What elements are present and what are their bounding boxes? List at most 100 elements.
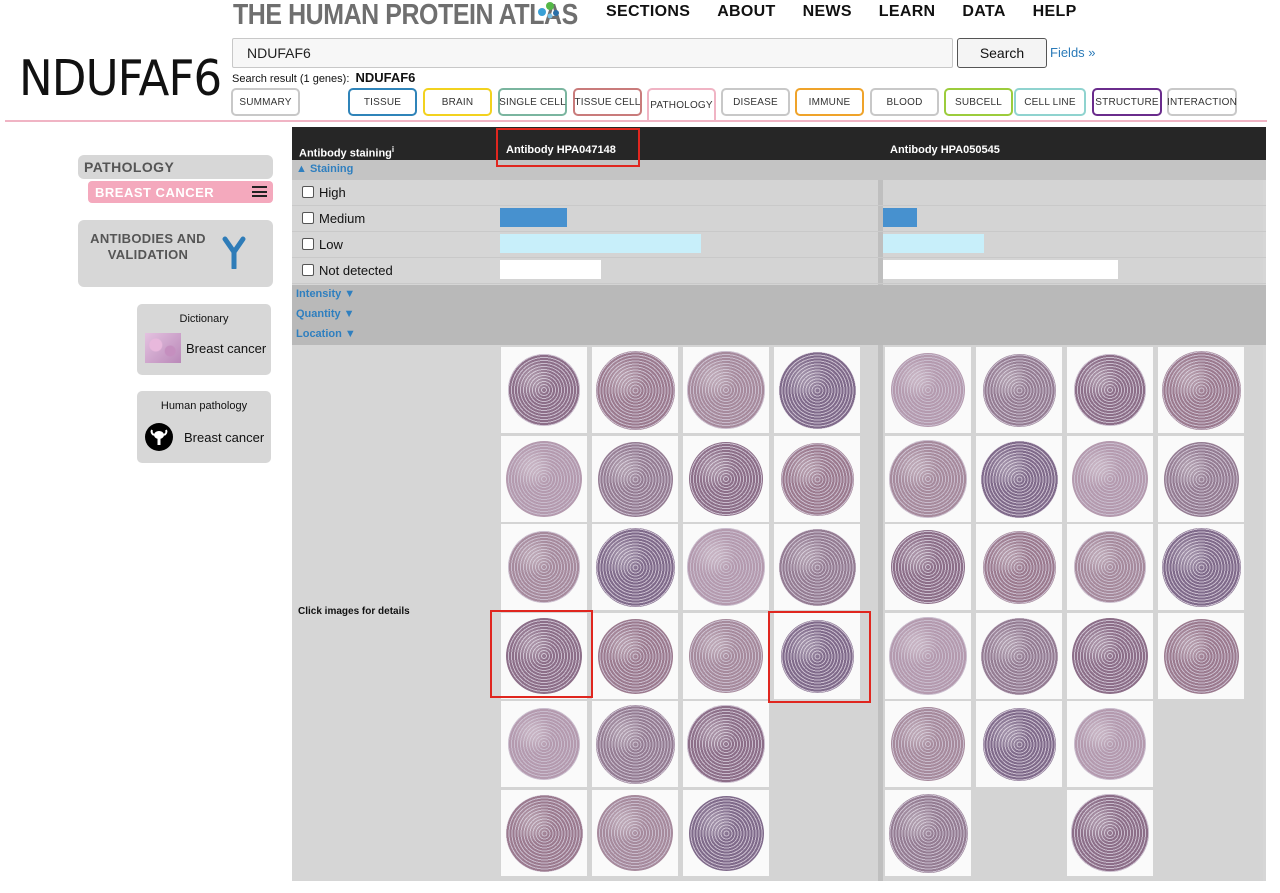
tissue-core-sample [1071, 794, 1149, 872]
tissue-image-thumbnail[interactable] [683, 701, 769, 787]
tissue-image-thumbnail[interactable] [501, 347, 587, 433]
search-button[interactable]: Search [957, 38, 1047, 68]
sidebar-item-breast-cancer[interactable]: BREAST CANCER [88, 181, 273, 203]
tissue-image-thumbnail[interactable] [683, 790, 769, 876]
tissue-image-thumbnail[interactable] [885, 613, 971, 699]
tissue-image-thumbnail[interactable] [592, 790, 678, 876]
tab-subcell[interactable]: SUBCELL [944, 88, 1013, 116]
site-logo[interactable]: THE HUMAN PROTEIN ATLAS [233, 0, 634, 31]
tab-brain[interactable]: BRAIN [423, 88, 492, 116]
gene-title: NDUFAF6 [19, 50, 222, 107]
nav-about[interactable]: ABOUT [717, 3, 775, 21]
tissue-image-thumbnail[interactable] [501, 524, 587, 610]
tissue-image-thumbnail[interactable] [1067, 347, 1153, 433]
tissue-image-thumbnail[interactable] [1067, 524, 1153, 610]
staining-filter-checkbox[interactable] [302, 264, 314, 276]
tissue-image-thumbnail[interactable] [1067, 436, 1153, 522]
search-result-gene[interactable]: NDUFAF6 [355, 70, 415, 85]
staining-toggle[interactable]: ▲ Staining [296, 163, 353, 175]
staining-row-high: High [292, 180, 1266, 206]
antibody-staining-panel: Antibody stainingi Antibody HPA047148 An… [292, 127, 1266, 881]
tissue-image-thumbnail[interactable] [683, 524, 769, 610]
nav-sections[interactable]: SECTIONS [606, 3, 690, 21]
nav-news[interactable]: NEWS [803, 3, 852, 21]
tab-tissue[interactable]: TISSUE [348, 88, 417, 116]
tissue-image-thumbnail[interactable] [683, 436, 769, 522]
sidebar-section-pathology[interactable]: PATHOLOGY [78, 155, 273, 179]
tissue-image-thumbnail[interactable] [592, 347, 678, 433]
tissue-core-sample [508, 708, 580, 780]
tissue-image-thumbnail[interactable] [501, 436, 587, 522]
staining-bar-antibody-2[interactable] [883, 234, 984, 253]
staining-row-label: High [319, 185, 346, 200]
tab-disease[interactable]: DISEASE [721, 88, 790, 116]
female-reproductive-organ-icon [145, 423, 173, 451]
tab-immune[interactable]: IMMUNE [795, 88, 864, 116]
tissue-image-thumbnail[interactable] [683, 613, 769, 699]
search-input[interactable] [232, 38, 953, 68]
tissue-image-thumbnail[interactable] [1158, 613, 1244, 699]
tissue-image-thumbnail[interactable] [1067, 790, 1153, 876]
tissue-image-thumbnail[interactable] [1158, 436, 1244, 522]
staining-row-low: Low [292, 232, 1266, 258]
tissue-image-thumbnail[interactable] [501, 701, 587, 787]
tissue-image-thumbnail[interactable] [885, 790, 971, 876]
staining-bar-antibody-1[interactable] [500, 260, 601, 279]
staining-filter-checkbox[interactable] [302, 186, 314, 198]
tissue-image-thumbnail[interactable] [976, 701, 1062, 787]
nav-help[interactable]: HELP [1033, 3, 1077, 21]
staining-filter-checkbox[interactable] [302, 212, 314, 224]
nav-data[interactable]: DATA [962, 3, 1005, 21]
highlight-box-antibody-hpa047148 [496, 128, 640, 167]
intensity-toggle[interactable]: Intensity ▼ [296, 288, 355, 300]
tissue-image-thumbnail[interactable] [683, 347, 769, 433]
tab-pathology[interactable]: PATHOLOGY [647, 88, 716, 121]
staining-bar-antibody-1[interactable] [500, 234, 701, 253]
antibody-2-title[interactable]: Antibody HPA050545 [890, 144, 1000, 156]
tab-single-cell[interactable]: SINGLE CELL [498, 88, 567, 116]
tissue-image-thumbnail[interactable] [774, 347, 860, 433]
tissue-image-thumbnail[interactable] [1067, 701, 1153, 787]
quantity-toggle[interactable]: Quantity ▼ [296, 308, 355, 320]
tissue-core-sample [597, 618, 673, 694]
tissue-image-thumbnail[interactable] [774, 436, 860, 522]
tissue-image-thumbnail[interactable] [976, 436, 1062, 522]
staining-row-label: Low [319, 237, 343, 252]
staining-filter-checkbox[interactable] [302, 238, 314, 250]
tab-structure[interactable]: STRUCTURE [1092, 88, 1162, 116]
tissue-image-thumbnail[interactable] [885, 701, 971, 787]
tab-tissue-cell[interactable]: TISSUE CELL [573, 88, 642, 116]
tissue-image-thumbnail[interactable] [592, 524, 678, 610]
tissue-image-thumbnail[interactable] [592, 701, 678, 787]
staining-bar-antibody-2[interactable] [883, 260, 1118, 279]
sidebar-antibodies-validation[interactable]: ANTIBODIES AND VALIDATION [78, 220, 273, 287]
tissue-image-thumbnail[interactable] [976, 613, 1062, 699]
info-icon[interactable]: i [392, 145, 394, 154]
staining-row-label: Not detected [319, 263, 393, 278]
tissue-image-thumbnail[interactable] [1158, 347, 1244, 433]
tissue-image-thumbnail[interactable] [592, 436, 678, 522]
fields-link[interactable]: Fields » [1050, 45, 1096, 60]
tissue-image-thumbnail[interactable] [592, 613, 678, 699]
tissue-image-thumbnail[interactable] [885, 524, 971, 610]
tab-cell-line[interactable]: CELL LINE [1014, 88, 1086, 116]
dictionary-link[interactable]: Breast cancer [145, 333, 266, 363]
location-toggle[interactable]: Location ▼ [296, 328, 356, 340]
tab-summary[interactable]: SUMMARY [231, 88, 300, 116]
human-pathology-link[interactable]: Breast cancer [145, 423, 264, 451]
tissue-image-thumbnail[interactable] [885, 436, 971, 522]
tissue-image-thumbnail[interactable] [1158, 524, 1244, 610]
staining-bar-antibody-2[interactable] [883, 208, 917, 227]
tab-blood[interactable]: BLOOD [870, 88, 939, 116]
tissue-image-thumbnail[interactable] [976, 347, 1062, 433]
tissue-image-thumbnail[interactable] [501, 790, 587, 876]
staining-bar-antibody-1[interactable] [500, 208, 567, 227]
tissue-image-thumbnail[interactable] [976, 524, 1062, 610]
nav-learn[interactable]: LEARN [879, 3, 936, 21]
tissue-image-thumbnail[interactable] [774, 524, 860, 610]
tab-interaction[interactable]: INTERACTION [1167, 88, 1237, 116]
tissue-image-thumbnail[interactable] [885, 347, 971, 433]
tissue-image-thumbnail[interactable] [1067, 613, 1153, 699]
tissue-core-sample [595, 704, 675, 784]
hamburger-menu-icon[interactable] [252, 186, 267, 197]
